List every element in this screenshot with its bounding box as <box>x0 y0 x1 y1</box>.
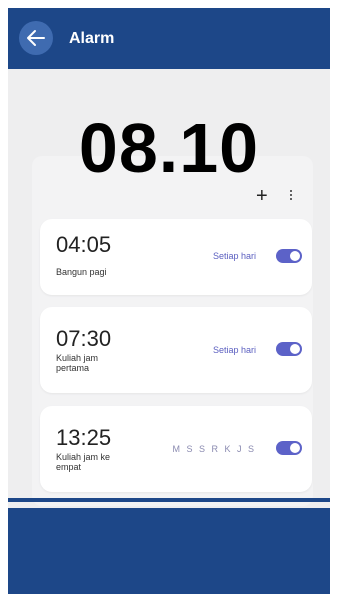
back-button[interactable] <box>19 21 53 55</box>
alarm-label: Kuliah jam ke empat <box>56 452 111 472</box>
alarm-time: 07:30 <box>56 326 112 351</box>
alarm-repeat: Setiap hari <box>212 251 256 261</box>
add-alarm-button[interactable]: + <box>256 186 268 206</box>
alarm-card[interactable]: 13:25 Kuliah jam ke empat M S S R K J S <box>40 406 312 492</box>
page-title: Alarm <box>69 30 115 47</box>
alarm-repeat: Setiap hari <box>212 345 256 355</box>
alarm-toggle[interactable] <box>276 249 302 263</box>
alarm-toggle[interactable] <box>276 441 302 455</box>
alarm-card[interactable]: 04:05 Bangun pagi Setiap hari <box>40 219 312 295</box>
alarm-days: M S S R K J S <box>172 444 256 454</box>
alarm-label: Kuliah jam pertama <box>56 353 99 373</box>
divider <box>8 498 330 502</box>
alarm-time: 13:25 <box>56 425 112 450</box>
current-time: 08.10 <box>78 109 260 187</box>
app-screen: Alarm 08.10 + 04:05 Bangun pagi Setiap h… <box>8 8 330 594</box>
alarm-label: Bangun pagi <box>56 267 107 277</box>
bottom-bar <box>8 508 330 594</box>
alarm-card[interactable]: 07:30 Kuliah jam pertama Setiap hari <box>40 307 312 393</box>
alarm-toggle[interactable] <box>276 342 302 356</box>
more-vertical-icon[interactable] <box>288 188 294 206</box>
arrow-left-icon <box>27 30 45 46</box>
app-bar: Alarm <box>8 8 330 69</box>
alarm-time: 04:05 <box>56 232 112 257</box>
